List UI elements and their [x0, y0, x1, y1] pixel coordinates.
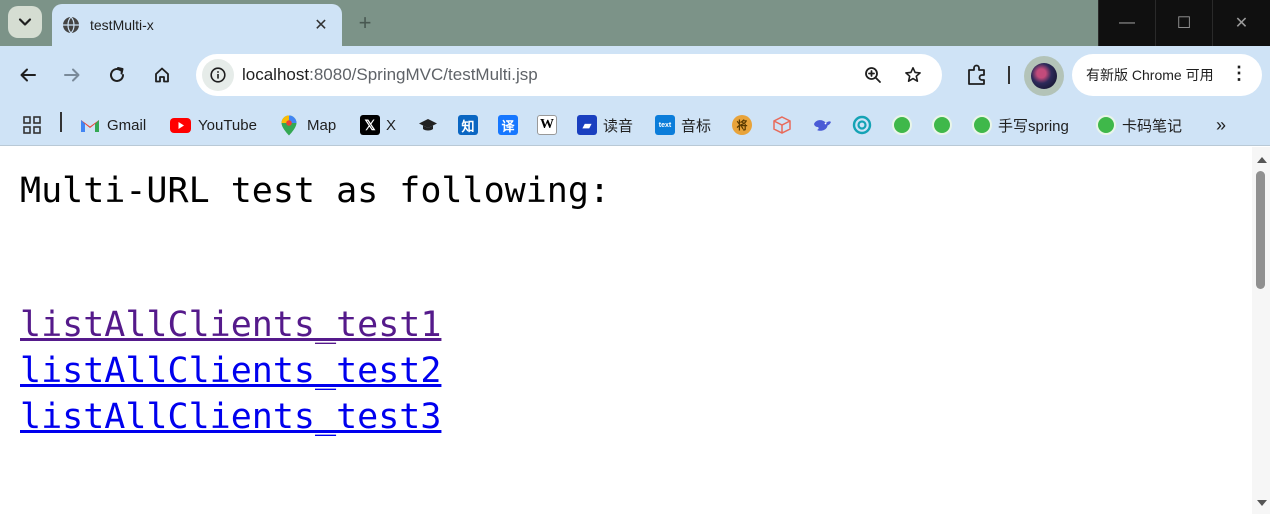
url-path: :8080/SpringMVC/testMulti.jsp [309, 65, 538, 84]
link-list-all-clients-test2[interactable]: listAllClients_test2 [20, 351, 441, 391]
x-icon: 𝕏 [360, 115, 380, 135]
coin-icon: 将 [732, 115, 752, 135]
leaf-icon [932, 115, 952, 135]
cube-icon [773, 116, 791, 134]
zhihu-icon: 知 [458, 115, 478, 135]
new-tab-button[interactable]: + [352, 10, 378, 36]
arrow-left-icon [20, 68, 36, 82]
tab-active[interactable]: testMulti-x ✕ [52, 4, 342, 46]
bookmark-youtube[interactable]: YouTube [170, 112, 257, 138]
bookmark-zhihu[interactable]: 知 [458, 112, 484, 138]
minimize-button[interactable]: — [1098, 0, 1155, 46]
toolbar: localhost:8080/SpringMVC/testMulti.jsp 有… [0, 46, 1270, 104]
bookmark-duyin[interactable]: ▰ 读音 [577, 112, 633, 138]
page-heading: Multi-URL test as following: [20, 171, 611, 211]
bookmarks-overflow-button[interactable]: » [1216, 112, 1226, 138]
textbox-icon: text [655, 115, 675, 135]
bookmark-gmail[interactable]: Gmail [80, 112, 146, 138]
bookmark-scholar[interactable] [418, 112, 438, 138]
bookmark-cube[interactable] [772, 112, 792, 138]
bird-icon [814, 120, 831, 131]
update-chrome-button[interactable]: 有新版 Chrome 可用 ⋮ [1072, 54, 1262, 96]
back-button[interactable] [13, 60, 43, 90]
leaf-icon [1096, 115, 1116, 135]
menu-dots-icon[interactable]: ⋮ [1230, 64, 1248, 82]
bookmark-label: 手写spring [998, 117, 1069, 135]
wikipedia-icon: W [537, 115, 557, 135]
bookmark-label: X [386, 116, 397, 134]
scrollbar-thumb[interactable] [1256, 171, 1265, 289]
bookmark-star-button[interactable] [902, 64, 924, 86]
bookmark-label: 音标 [681, 117, 712, 135]
zoom-button[interactable] [862, 64, 884, 86]
info-icon [210, 67, 226, 83]
bookmark-label: 读音 [603, 117, 634, 135]
chevron-down-icon [18, 18, 32, 26]
update-chrome-label: 有新版 Chrome 可用 [1086, 67, 1214, 83]
bookmarks-divider [60, 112, 62, 132]
star-icon [905, 67, 921, 82]
swirl-icon [852, 115, 872, 135]
bookmark-swirl[interactable] [852, 112, 872, 138]
page-content: Multi-URL test as following: listAllClie… [0, 147, 1252, 514]
bookmark-map[interactable]: Map [281, 112, 336, 138]
link-list-all-clients-test1[interactable]: listAllClients_test1 [20, 305, 441, 345]
toolbar-divider [1008, 66, 1010, 84]
translate-icon: 译 [498, 115, 518, 135]
window-close-button[interactable]: ✕ [1212, 0, 1270, 46]
bookmark-apps[interactable] [22, 112, 42, 138]
bookmark-x[interactable]: 𝕏 X [360, 112, 396, 138]
reload-icon [110, 67, 124, 82]
flag-icon: ▰ [577, 115, 597, 135]
scroll-up-arrow-icon[interactable] [1257, 157, 1267, 163]
bookmark-label: Map [307, 116, 337, 134]
bookmark-label: 卡码笔记 [1122, 117, 1183, 135]
gmail-icon [81, 120, 99, 132]
apps-grid-icon [23, 116, 41, 134]
scroll-down-arrow-icon[interactable] [1257, 500, 1267, 506]
reload-button[interactable] [102, 60, 132, 90]
youtube-icon [170, 117, 191, 133]
bookmark-deepseek[interactable] [812, 112, 832, 138]
url-host: localhost [242, 65, 310, 84]
tab-close-icon[interactable]: ✕ [310, 14, 332, 36]
url-text[interactable]: localhost:8080/SpringMVC/testMulti.jsp [242, 65, 538, 85]
bookmark-coin[interactable]: 将 [732, 112, 758, 138]
leaf-icon [892, 115, 912, 135]
bookmark-kama[interactable]: 卡码笔记 [1096, 112, 1182, 138]
leaf-icon [972, 115, 992, 135]
tab-title: testMulti-x [90, 17, 154, 33]
home-button[interactable] [147, 60, 177, 90]
arrow-right-icon [64, 68, 80, 82]
address-bar[interactable]: localhost:8080/SpringMVC/testMulti.jsp [196, 54, 942, 96]
bookmark-spring[interactable]: 手写spring [972, 112, 1069, 138]
bookmark-leaf-2[interactable] [932, 112, 958, 138]
maps-pin-icon [281, 115, 297, 135]
bookmark-label: Gmail [107, 116, 147, 134]
bookmark-label: YouTube [198, 116, 257, 134]
graduation-cap-icon [419, 119, 437, 131]
home-icon [155, 67, 169, 83]
zoom-in-icon [865, 67, 881, 83]
bookmark-wikipedia[interactable]: W [537, 112, 563, 138]
bookmarks-bar: Gmail YouTube Map 𝕏 X 知 译 W ▰ 读音 text 音标… [0, 104, 1270, 146]
globe-icon [63, 16, 79, 34]
tab-search-button[interactable] [8, 6, 42, 38]
bookmark-leaf-1[interactable] [892, 112, 918, 138]
forward-button[interactable] [57, 60, 87, 90]
bookmark-yinbiao[interactable]: text 音标 [655, 112, 711, 138]
link-list-all-clients-test3[interactable]: listAllClients_test3 [20, 397, 441, 437]
avatar-image [1031, 63, 1057, 89]
site-info-button[interactable] [202, 59, 234, 91]
maximize-button[interactable]: ☐ [1155, 0, 1212, 46]
bookmark-translate[interactable]: 译 [498, 112, 524, 138]
extensions-puzzle-icon[interactable] [964, 62, 990, 88]
profile-avatar[interactable] [1024, 56, 1064, 96]
vertical-scrollbar[interactable] [1252, 147, 1270, 514]
tab-strip: testMulti-x ✕ + — ☐ ✕ [0, 0, 1270, 46]
